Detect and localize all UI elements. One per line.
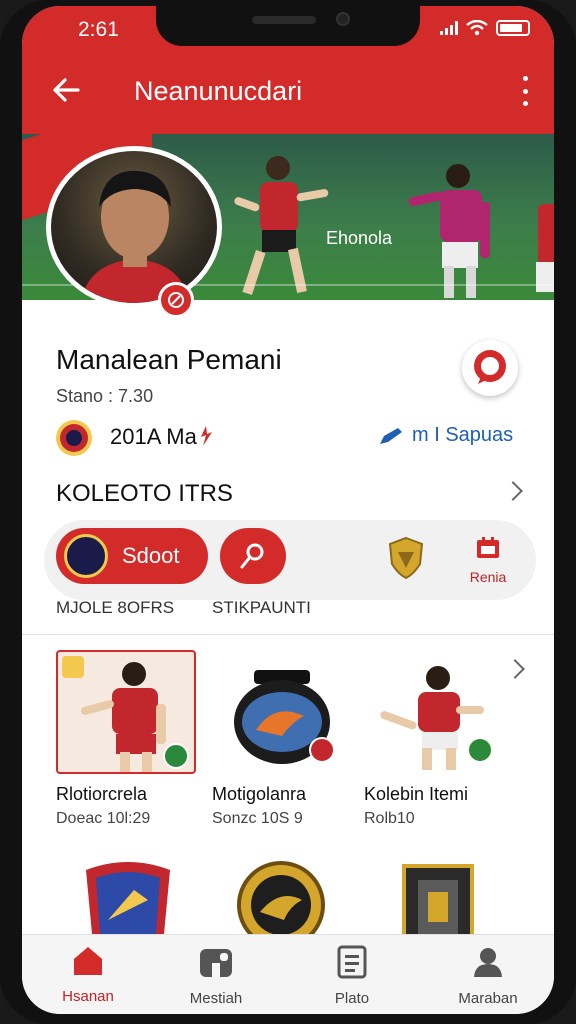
chat-button[interactable] — [462, 340, 518, 396]
team-crest-icon — [64, 534, 108, 578]
club-name: 201A Ma — [110, 424, 215, 450]
more-vertical-icon[interactable] — [520, 76, 530, 106]
flame-icon — [200, 426, 212, 446]
player-portrait — [81, 170, 189, 303]
collection-card[interactable]: Rlotiorcrela Doeac 10l:29 — [56, 650, 216, 827]
scout-button[interactable]: Sdoot — [56, 528, 208, 584]
screen: 2:61 Neanunucdari Ehonola Manalean Peman… — [22, 6, 554, 1014]
avatar[interactable] — [46, 146, 222, 308]
pen-icon — [380, 427, 402, 444]
home-icon — [74, 947, 102, 975]
chevron-right-icon[interactable] — [503, 481, 523, 501]
scout-label: Sdoot — [122, 543, 180, 568]
profile-link-label: m I Sapuas — [412, 424, 514, 446]
card-number: Sonzc 10S 9 — [212, 810, 303, 827]
rank-button[interactable]: Renia — [458, 536, 518, 585]
search-icon — [240, 543, 264, 569]
phone-frame: 2:61 Neanunucdari Ehonola Manalean Peman… — [0, 0, 576, 1024]
status-time: 2:61 — [78, 18, 119, 41]
nav-label: Mestiah — [189, 990, 243, 1007]
card-image — [56, 650, 196, 774]
person-icon — [474, 948, 502, 977]
nav-label: Hsanan — [62, 988, 114, 1005]
filter-labels: MJOLE 8OFRS STIKPAUNTI — [56, 598, 311, 618]
bottom-nav: Hsanan Mestiah Plato Maraban — [22, 934, 554, 1014]
nav-item-home[interactable]: Hsanan — [28, 945, 148, 1005]
calendar-icon — [477, 537, 499, 558]
nav-label: Maraban — [458, 990, 518, 1007]
notch — [156, 6, 420, 46]
avatar-badge — [158, 282, 194, 318]
filter-label-2: STIKPAUNTI — [212, 598, 311, 617]
nav-item-profile[interactable]: Maraban — [428, 945, 548, 1007]
card-name: Rlotiorcrela — [56, 784, 148, 804]
nav-item-puzzle[interactable]: Mestiah — [156, 945, 276, 1007]
player-figure — [380, 666, 491, 770]
avatar-photo — [51, 151, 217, 303]
speaker — [252, 16, 316, 24]
arrow-left-icon[interactable] — [48, 72, 84, 108]
card-image — [364, 650, 504, 774]
rank-label: Renia — [469, 569, 507, 585]
section-title: KOLEOTO ITRS — [56, 480, 233, 507]
shield-icon[interactable] — [386, 536, 426, 580]
signal-icon — [440, 21, 458, 35]
nav-label: Plato — [334, 990, 370, 1007]
coin-item[interactable] — [236, 860, 326, 940]
player-name: Manalean Pemani — [56, 344, 282, 375]
card-image — [212, 650, 352, 774]
app-header: 2:61 Neanunucdari — [22, 6, 554, 134]
chat-icon — [474, 350, 506, 384]
divider — [22, 634, 554, 635]
players-illustration — [234, 156, 554, 298]
camera-icon — [336, 12, 350, 26]
card-name: Motigolanra — [212, 784, 307, 804]
wifi-icon — [466, 20, 488, 36]
player-meta: Stano : 7.30 — [56, 386, 154, 406]
page-title: Neanunucdari — [134, 76, 303, 106]
hero-caption: Ehonola — [326, 228, 393, 248]
profile-link[interactable]: m I Sapuas — [378, 424, 513, 447]
card-number: Doeac 10l:29 — [56, 810, 151, 827]
puzzle-icon — [200, 949, 232, 977]
status-icons — [440, 20, 530, 36]
card-name: Kolebin Itemi — [364, 784, 469, 804]
document-icon — [337, 945, 367, 979]
card-number: Rolb10 — [364, 810, 415, 827]
collection-card[interactable]: Kolebin Itemi Rolb10 — [364, 650, 524, 827]
filter-label-1: MJOLE 8OFRS — [56, 598, 175, 617]
battery-icon — [496, 20, 530, 36]
card-corner-badge — [62, 656, 84, 678]
club-crest-icon — [56, 420, 92, 456]
ball-icon — [168, 292, 184, 308]
search-button[interactable] — [220, 528, 286, 584]
nav-item-document[interactable]: Plato — [292, 945, 412, 1007]
collection-card[interactable]: Motigolanra Sonzc 10S 9 — [212, 650, 372, 827]
jar-figure — [234, 670, 335, 764]
crest-item[interactable] — [78, 860, 178, 940]
frame-item[interactable] — [402, 860, 474, 940]
